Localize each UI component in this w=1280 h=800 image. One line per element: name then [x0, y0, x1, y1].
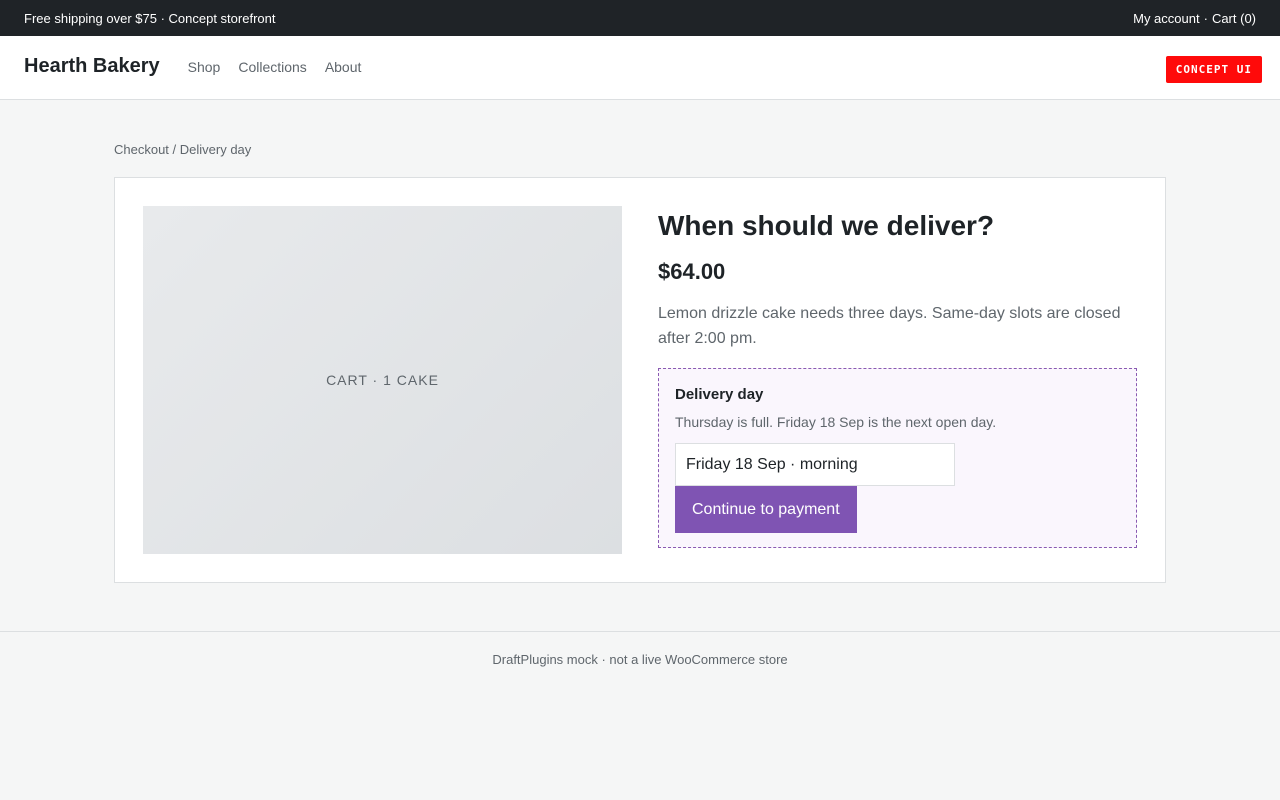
- checkout-card: CART · 1 CAKE When should we deliver? $6…: [114, 177, 1166, 583]
- breadcrumb: Checkout / Delivery day: [114, 142, 252, 157]
- delivery-details: When should we deliver? $64.00 Lemon dri…: [658, 206, 1137, 554]
- site-footer: DraftPlugins mock · not a live WooCommer…: [0, 631, 1280, 667]
- cart-image-label: CART · 1 CAKE: [326, 372, 439, 388]
- cart-image-placeholder: CART · 1 CAKE: [143, 206, 622, 554]
- main-nav: Shop Collections About: [188, 59, 362, 75]
- continue-to-payment-button[interactable]: Continue to payment: [675, 486, 857, 533]
- delivery-day-panel: Delivery day Thursday is full. Friday 18…: [658, 368, 1137, 548]
- nav-collections[interactable]: Collections: [238, 59, 306, 75]
- footer-text: DraftPlugins mock · not a live WooCommer…: [492, 652, 788, 667]
- my-account-link[interactable]: My account: [1133, 11, 1199, 26]
- order-description: Lemon drizzle cake needs three days. Sam…: [658, 305, 1121, 347]
- main-content: Checkout / Delivery day CART · 1 CAKE Wh…: [114, 100, 1166, 583]
- delivery-availability-note: Thursday is full. Friday 18 Sep is the n…: [675, 414, 997, 430]
- page-title: When should we deliver?: [658, 210, 995, 241]
- site-logo[interactable]: Hearth Bakery: [24, 55, 160, 78]
- nav-about[interactable]: About: [325, 59, 362, 75]
- order-price: $64.00: [658, 259, 726, 284]
- promo-text: Free shipping over $75 · Concept storefr…: [24, 10, 276, 26]
- nav-shop[interactable]: Shop: [188, 59, 221, 75]
- concept-badge: CONCEPT UI: [1165, 56, 1262, 83]
- account-links: My account · Cart (0): [1133, 11, 1256, 26]
- delivery-slot-field[interactable]: [675, 443, 955, 486]
- cart-link[interactable]: Cart (0): [1212, 11, 1256, 26]
- site-header: Hearth Bakery Shop Collections About CON…: [0, 36, 1280, 100]
- delivery-day-label: Delivery day: [675, 386, 764, 403]
- link-separator: ·: [1203, 10, 1208, 26]
- announcement-bar: Free shipping over $75 · Concept storefr…: [0, 0, 1280, 36]
